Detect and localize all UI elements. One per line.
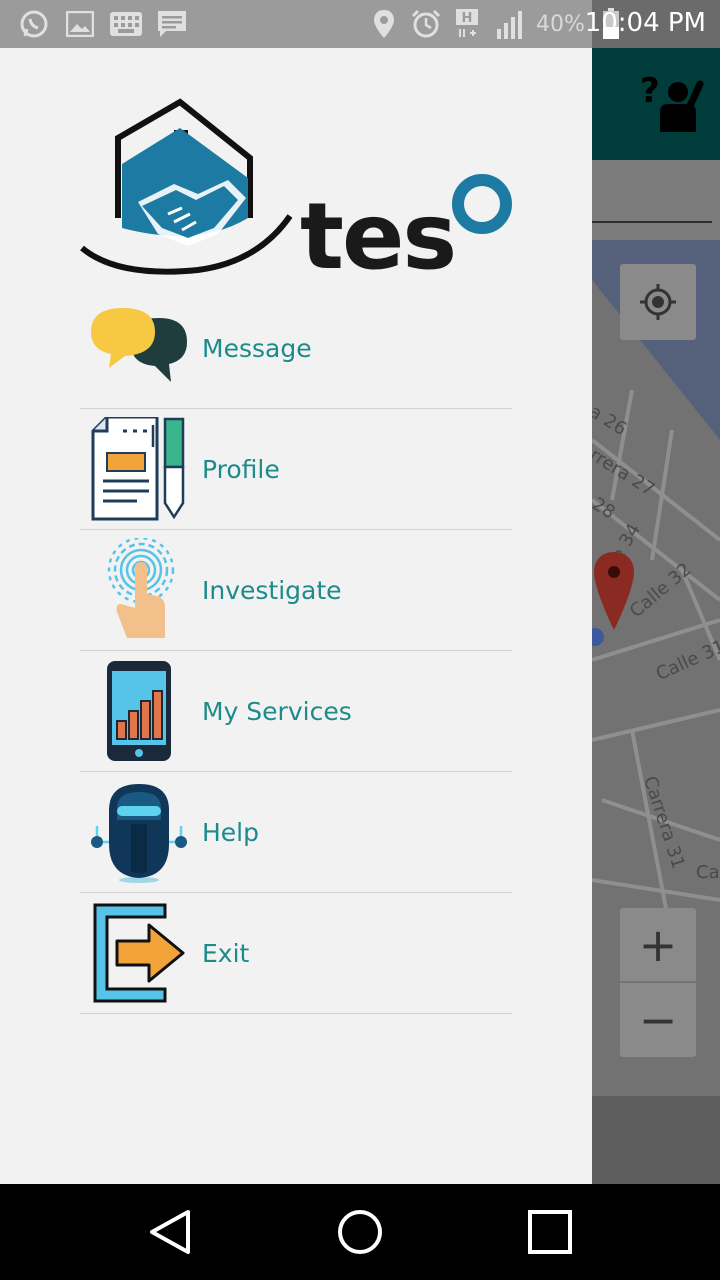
menu-item-exit[interactable]: Exit bbox=[80, 893, 512, 1014]
alarm-icon bbox=[410, 8, 442, 40]
signal-icon bbox=[494, 8, 526, 40]
menu-item-help[interactable]: Help bbox=[80, 772, 512, 893]
fingerprint-touch-icon bbox=[84, 535, 194, 645]
menu-label: Exit bbox=[202, 938, 250, 968]
whatsapp-icon bbox=[18, 8, 50, 40]
back-button[interactable] bbox=[144, 1206, 196, 1258]
status-bar: H 40% 10:04 PM bbox=[0, 0, 720, 48]
image-icon bbox=[64, 8, 96, 40]
street-label: Ca bbox=[696, 862, 720, 883]
message-bubbles-icon bbox=[84, 293, 194, 403]
my-location-button[interactable] bbox=[620, 264, 696, 340]
svg-text:?: ? bbox=[640, 71, 660, 111]
message-icon bbox=[156, 8, 188, 40]
exit-arrow-icon bbox=[84, 898, 194, 1008]
clock: 10:04 PM bbox=[584, 8, 706, 38]
robot-icon bbox=[84, 777, 194, 887]
location-icon bbox=[368, 8, 400, 40]
menu-item-investigate[interactable]: Investigate bbox=[80, 530, 512, 651]
map-background: ? a 26 rrera 27 28 e 34 Calle 32 Calle 3… bbox=[592, 48, 720, 1184]
system-navigation-bar bbox=[0, 1184, 720, 1280]
svg-text:H: H bbox=[462, 11, 473, 26]
map-marker-icon[interactable] bbox=[592, 550, 636, 634]
menu-label: My Services bbox=[202, 696, 352, 726]
menu-item-profile[interactable]: Profile bbox=[80, 409, 512, 530]
home-button[interactable] bbox=[334, 1206, 386, 1258]
crosshair-icon bbox=[640, 284, 676, 320]
search-strip[interactable] bbox=[592, 160, 720, 240]
app-bar: ? bbox=[592, 48, 720, 160]
home-circle-icon bbox=[338, 1210, 382, 1254]
menu-label: Investigate bbox=[202, 575, 342, 605]
menu-label: Message bbox=[202, 333, 312, 363]
drawer-menu: Message Profile Investigate My Services … bbox=[80, 288, 512, 1014]
recents-square-icon bbox=[528, 1210, 572, 1254]
back-triangle-icon bbox=[150, 1210, 190, 1254]
zoom-in-button[interactable]: + bbox=[620, 908, 696, 982]
menu-label: Help bbox=[202, 817, 259, 847]
teso-logo: teso tes bbox=[78, 98, 518, 283]
navigation-drawer: teso tes Message bbox=[0, 48, 592, 1184]
keyboard-icon bbox=[110, 8, 142, 40]
h-plus-icon: H bbox=[452, 8, 484, 40]
profile-document-icon bbox=[84, 414, 194, 524]
battery-percent: 40% bbox=[536, 11, 585, 37]
phone-chart-icon bbox=[84, 656, 194, 766]
recents-button[interactable] bbox=[524, 1206, 576, 1258]
svg-text:tes: tes bbox=[300, 183, 455, 278]
zoom-out-button[interactable]: − bbox=[620, 983, 696, 1057]
minus-icon: − bbox=[638, 993, 678, 1047]
menu-label: Profile bbox=[202, 454, 280, 484]
plus-icon: + bbox=[638, 917, 678, 972]
menu-item-my-services[interactable]: My Services bbox=[80, 651, 512, 772]
menu-item-message[interactable]: Message bbox=[80, 288, 512, 409]
help-request-icon[interactable]: ? bbox=[638, 70, 704, 136]
